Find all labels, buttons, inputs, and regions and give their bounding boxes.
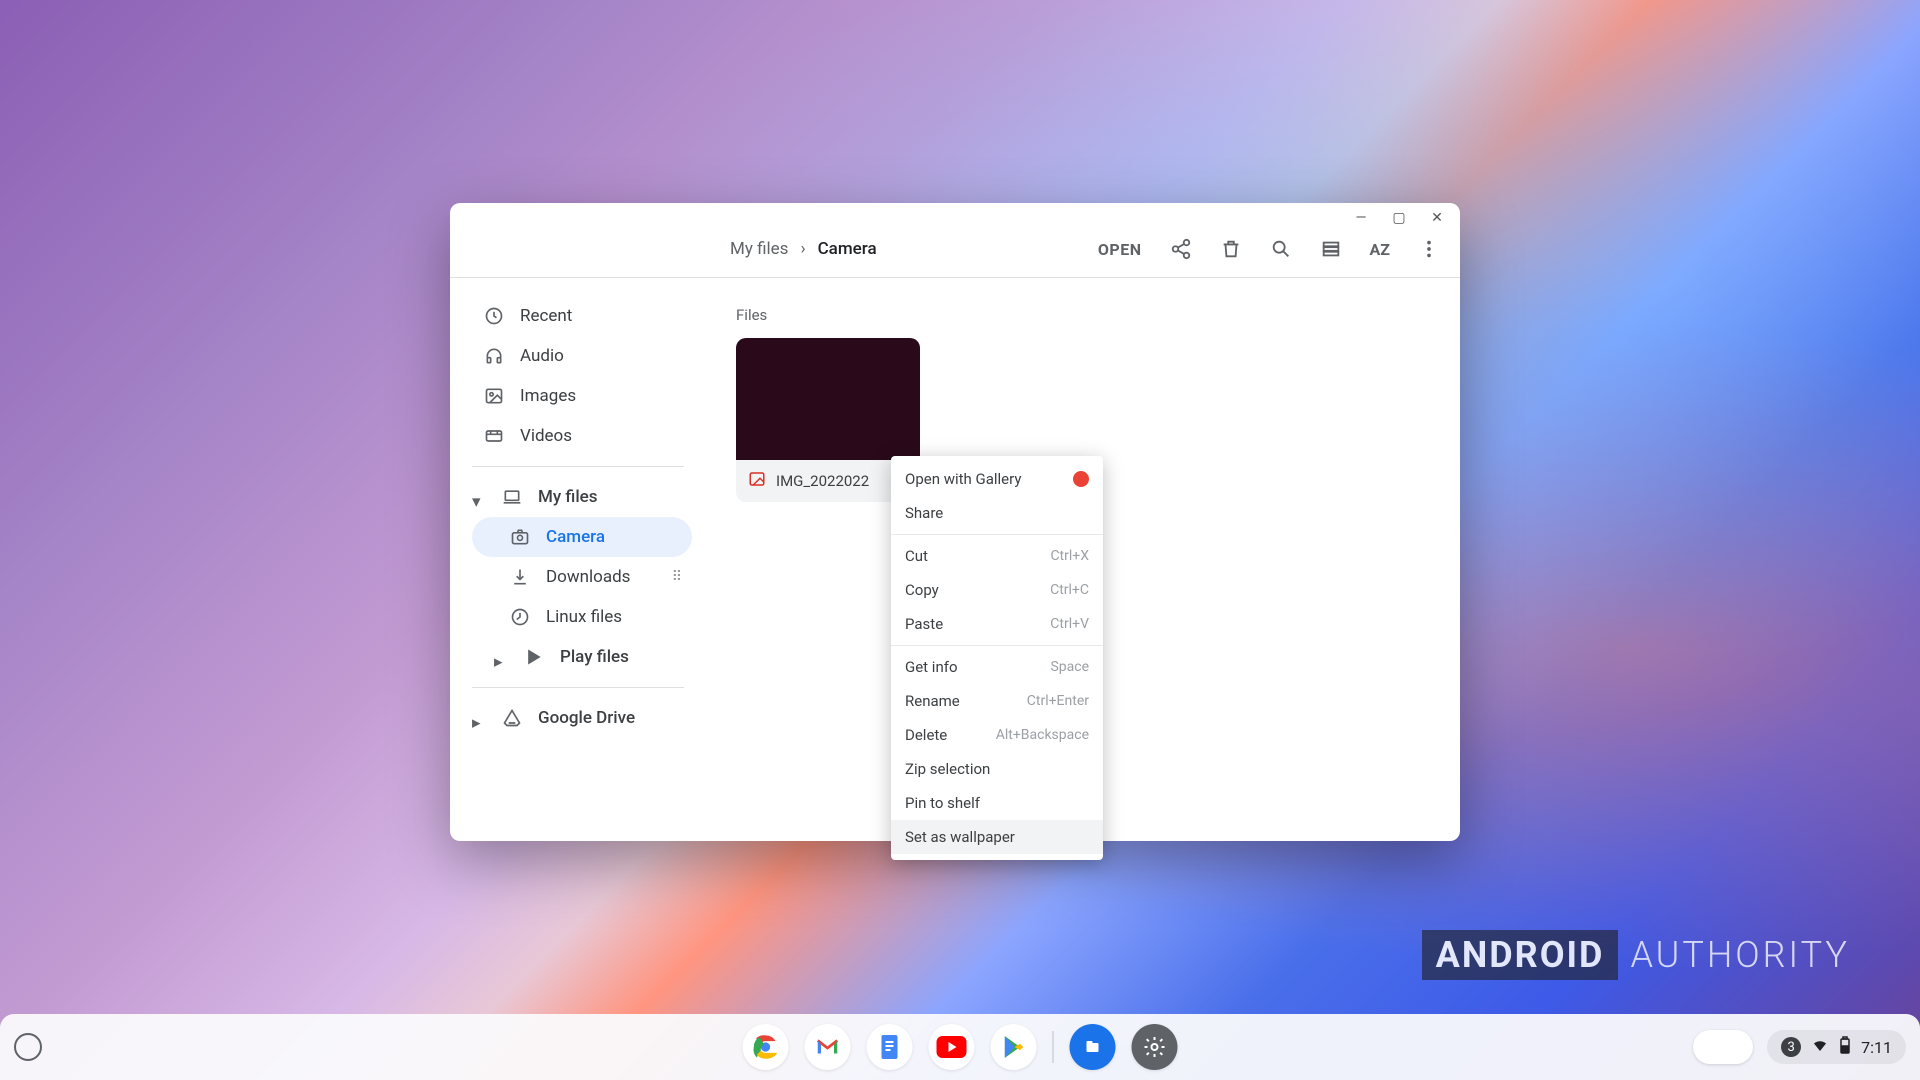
sidebar-item-videos[interactable]: Videos <box>472 416 692 456</box>
ctx-copy[interactable]: CopyCtrl+C <box>891 573 1103 607</box>
sidebar-item-label: Play files <box>560 647 629 667</box>
chevron-down-icon: ▾ <box>472 492 482 502</box>
gallery-icon <box>1073 471 1089 487</box>
breadcrumb: My files › Camera <box>730 239 877 259</box>
desktop: — ▢ ✕ My files › Camera OPEN AZ Recen <box>0 0 1920 1080</box>
divider <box>472 466 684 467</box>
wifi-icon <box>1811 1036 1829 1058</box>
sidebar-item-downloads[interactable]: Downloads ⠿ <box>472 557 692 597</box>
sidebar-item-drive[interactable]: ▸ Google Drive <box>472 698 692 738</box>
image-icon <box>484 386 504 406</box>
sidebar-item-label: Audio <box>520 346 564 366</box>
toolbar: My files › Camera OPEN AZ <box>450 221 1460 277</box>
drive-icon <box>502 708 522 728</box>
view-list-icon[interactable] <box>1320 238 1342 260</box>
clock-text: 7:11 <box>1861 1038 1892 1057</box>
drag-handle-icon[interactable]: ⠿ <box>672 569 680 585</box>
chevron-right-icon: › <box>800 239 805 259</box>
file-name: IMG_2022022 <box>776 472 869 490</box>
app-settings[interactable] <box>1132 1024 1178 1070</box>
delete-icon[interactable] <box>1220 238 1242 260</box>
window-controls: — ▢ ✕ <box>450 203 1460 221</box>
watermark-bold: ANDROID <box>1422 930 1619 980</box>
sidebar-item-label: Camera <box>546 527 605 547</box>
ctx-share[interactable]: Share <box>891 496 1103 530</box>
sidebar-item-label: Videos <box>520 426 572 446</box>
ctx-cut[interactable]: CutCtrl+X <box>891 539 1103 573</box>
chevron-right-icon: ▸ <box>472 713 482 723</box>
shelf: 3 7:11 <box>0 1014 1920 1080</box>
ctx-paste[interactable]: PasteCtrl+V <box>891 607 1103 641</box>
sidebar-item-label: Images <box>520 386 576 406</box>
status-area[interactable]: 3 7:11 <box>1767 1030 1906 1064</box>
ctx-delete[interactable]: DeleteAlt+Backspace <box>891 718 1103 752</box>
notification-badge: 3 <box>1781 1037 1801 1057</box>
sidebar-item-camera[interactable]: Camera <box>472 517 692 557</box>
sidebar-item-myfiles[interactable]: ▾ My files <box>472 477 692 517</box>
sidebar-item-label: Downloads <box>546 567 630 587</box>
ctx-set-wallpaper[interactable]: Set as wallpaper <box>891 820 1103 854</box>
app-docs[interactable] <box>867 1024 913 1070</box>
app-play[interactable] <box>991 1024 1037 1070</box>
divider <box>472 687 684 688</box>
battery-icon <box>1839 1036 1851 1058</box>
laptop-icon <box>502 487 522 507</box>
open-button[interactable]: OPEN <box>1098 240 1142 259</box>
chevron-right-icon: ▸ <box>494 652 504 662</box>
sidebar-item-label: Linux files <box>546 607 622 627</box>
ctx-zip[interactable]: Zip selection <box>891 752 1103 786</box>
ctx-pin[interactable]: Pin to shelf <box>891 786 1103 820</box>
app-youtube[interactable] <box>929 1024 975 1070</box>
sidebar-item-label: Google Drive <box>538 708 635 728</box>
sidebar-item-label: My files <box>538 487 598 507</box>
video-icon <box>484 426 504 446</box>
launcher-button[interactable] <box>14 1033 42 1061</box>
play-icon <box>524 647 544 667</box>
sidebar-item-linux[interactable]: Linux files <box>472 597 692 637</box>
breadcrumb-current: Camera <box>818 239 877 259</box>
section-label: Files <box>736 306 1426 324</box>
sidebar-item-label: Recent <box>520 306 572 326</box>
file-image-icon <box>748 470 766 492</box>
sidebar-item-images[interactable]: Images <box>472 376 692 416</box>
sidebar-item-recent[interactable]: Recent <box>472 296 692 336</box>
watermark: ANDROID AUTHORITY <box>1422 930 1850 980</box>
context-menu: Open with Gallery Share CutCtrl+X CopyCt… <box>891 456 1103 860</box>
sort-button[interactable]: AZ <box>1370 240 1390 259</box>
sidebar-item-audio[interactable]: Audio <box>472 336 692 376</box>
sidebar-item-playfiles[interactable]: ▸ Play files <box>472 637 692 677</box>
stylus-pill[interactable] <box>1693 1030 1753 1064</box>
app-chrome[interactable] <box>743 1024 789 1070</box>
camera-icon <box>510 527 530 547</box>
app-gmail[interactable] <box>805 1024 851 1070</box>
shelf-tray: 3 7:11 <box>1693 1030 1906 1064</box>
share-icon[interactable] <box>1170 238 1192 260</box>
headphones-icon <box>484 346 504 366</box>
linux-icon <box>510 607 530 627</box>
more-icon[interactable] <box>1418 238 1440 260</box>
sidebar: Recent Audio Images Videos ▾ <box>450 278 702 841</box>
search-icon[interactable] <box>1270 238 1292 260</box>
shelf-separator <box>1053 1031 1054 1063</box>
app-files[interactable] <box>1070 1024 1116 1070</box>
shelf-apps <box>743 1024 1178 1070</box>
ctx-open-gallery[interactable]: Open with Gallery <box>891 462 1103 496</box>
download-icon <box>510 567 530 587</box>
clock-icon <box>484 306 504 326</box>
thumbnail-image <box>736 338 920 460</box>
ctx-getinfo[interactable]: Get infoSpace <box>891 650 1103 684</box>
breadcrumb-root[interactable]: My files <box>730 239 788 259</box>
ctx-rename[interactable]: RenameCtrl+Enter <box>891 684 1103 718</box>
watermark-light: AUTHORITY <box>1630 934 1850 976</box>
